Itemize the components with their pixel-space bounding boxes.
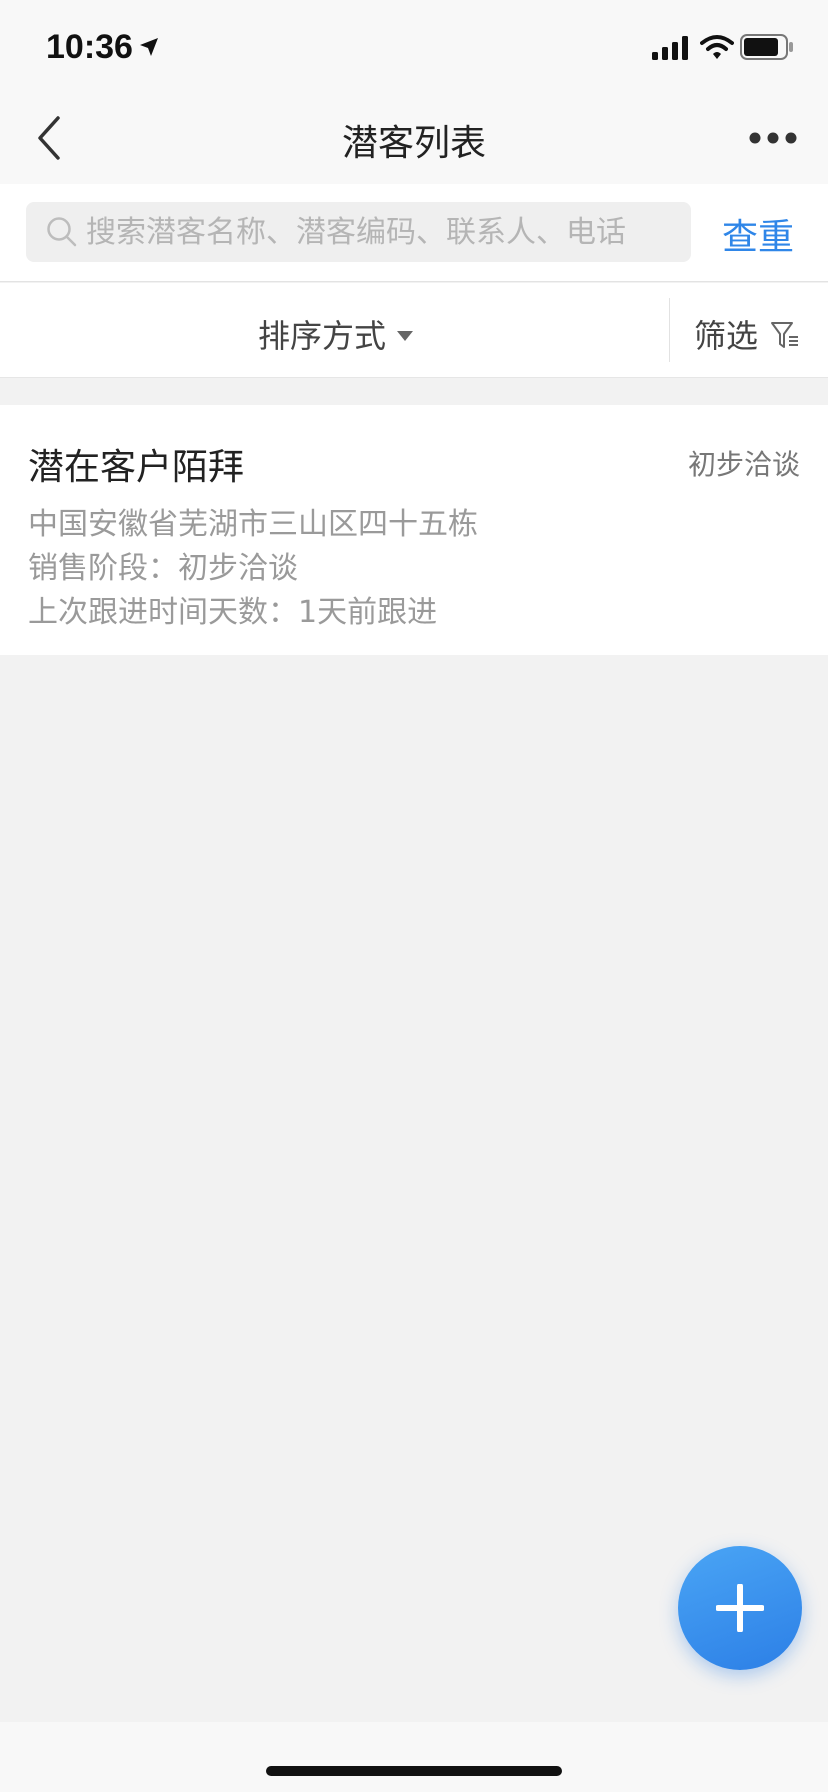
bottom-bar (0, 1722, 828, 1792)
sales-stage: 销售阶段：初步洽谈 (28, 551, 298, 586)
stage-tag: 初步洽谈 (687, 448, 800, 481)
customer-name: 潜在客户陌拜 (28, 447, 245, 488)
divider (669, 298, 670, 362)
screen: 10:36 潜客列表 搜索潜客名称、潜客编码、联系人、电话 查重 排序方式 筛选… (0, 0, 828, 1792)
wifi-icon (700, 34, 734, 64)
sort-label: 排序方式 (258, 317, 387, 355)
status-time: 10:36 (46, 28, 133, 66)
customer-address: 中国安徽省芜湖市三山区四十五栋 (28, 507, 478, 542)
filter-label: 筛选 (694, 317, 759, 355)
status-bar: 10:36 (0, 0, 828, 92)
location-arrow-icon (138, 36, 160, 62)
home-indicator (266, 1766, 562, 1776)
sort-filter-bar: 排序方式 筛选 (0, 283, 828, 378)
search-icon (46, 216, 78, 252)
add-customer-button[interactable] (678, 1546, 802, 1670)
more-button[interactable] (748, 124, 798, 152)
battery-icon (740, 34, 794, 64)
filter-button[interactable]: 筛选 (694, 311, 800, 357)
search-input[interactable] (86, 202, 676, 262)
more-horizontal-icon (749, 132, 797, 144)
filter-icon (771, 322, 799, 348)
sort-dropdown[interactable]: 排序方式 (258, 311, 414, 357)
last-followup: 上次跟进时间天数：1天前跟进 (28, 595, 438, 630)
search-row: 查重 (0, 184, 828, 282)
cellular-signal-icon (652, 36, 690, 64)
search-box[interactable] (26, 202, 691, 262)
page-title: 潜客列表 (341, 123, 486, 164)
nav-bar: 潜客列表 (0, 92, 828, 184)
caret-down-icon (397, 331, 414, 341)
list-item[interactable]: 潜在客户陌拜 初步洽谈 中国安徽省芜湖市三山区四十五栋 销售阶段：初步洽谈 上次… (0, 405, 828, 655)
plus-icon (716, 1584, 764, 1632)
dedup-button[interactable]: 查重 (722, 208, 794, 260)
